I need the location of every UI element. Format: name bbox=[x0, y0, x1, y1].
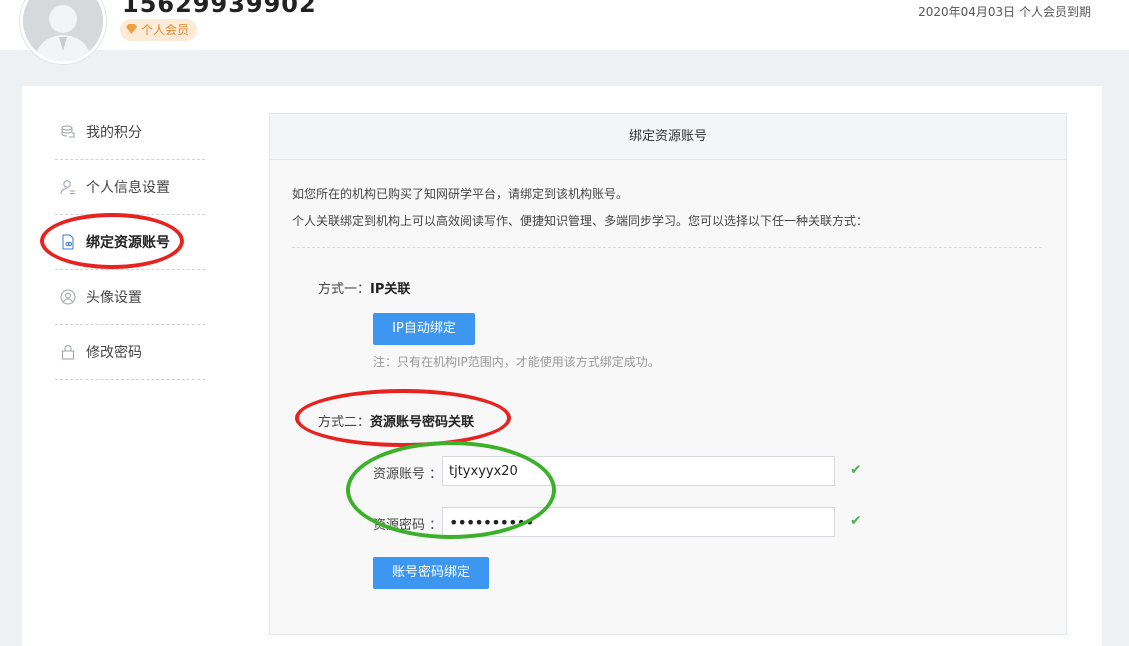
sidebar-item-avatar[interactable]: 头像设置 bbox=[55, 270, 205, 325]
check-icon: ✔ bbox=[850, 513, 862, 529]
method-prefix: 方式二： bbox=[318, 415, 371, 430]
lock-icon bbox=[60, 344, 76, 360]
divider bbox=[292, 247, 1042, 248]
membership-expiry: 2020年04月03日 个人会员到期 bbox=[918, 5, 1091, 19]
check-icon: ✔ bbox=[850, 462, 862, 478]
sidebar-item-label: 绑定资源账号 bbox=[86, 235, 170, 251]
intro-line: 如您所在的机构已购买了知网研学平台，请绑定到该机构账号。 bbox=[292, 187, 629, 201]
main-card: 我的积分 个人信息设置 绑定资源账号 头像设置 修改密码 绑定资源账号 如您所在… bbox=[22, 86, 1102, 646]
sidebar-item-label: 个人信息设置 bbox=[86, 180, 170, 196]
sidebar-item-label: 我的积分 bbox=[86, 125, 142, 141]
sidebar-item-label: 头像设置 bbox=[86, 290, 142, 306]
account-label: 资源账号 ： bbox=[373, 467, 443, 482]
default-avatar-icon bbox=[23, 0, 103, 61]
password-input[interactable]: •••••••••• bbox=[442, 507, 835, 537]
user-icon bbox=[60, 179, 76, 195]
panel-intro: 如您所在的机构已购买了知网研学平台，请绑定到该机构账号。 个人关联绑定到机构上可… bbox=[292, 181, 868, 235]
document-link-icon bbox=[60, 234, 76, 250]
panel-title: 绑定资源账号 bbox=[270, 114, 1066, 160]
sidebar-item-bind-resource[interactable]: 绑定资源账号 bbox=[55, 215, 205, 270]
coins-icon bbox=[60, 124, 76, 140]
sidebar-item-profile[interactable]: 个人信息设置 bbox=[55, 160, 205, 215]
ip-auto-bind-button[interactable]: IP自动绑定 bbox=[373, 313, 475, 345]
bind-resource-panel: 绑定资源账号 如您所在的机构已购买了知网研学平台，请绑定到该机构账号。 个人关联… bbox=[269, 113, 1067, 635]
intro-line: 个人关联绑定到机构上可以高效阅读写作、便捷知识管理、多端同步学习。您可以选择以下… bbox=[292, 214, 869, 228]
method-prefix: 方式一： bbox=[318, 282, 371, 297]
avatar-icon bbox=[60, 289, 76, 305]
profile-header: 15629939902 个人会员 2020年04月03日 个人会员到期 bbox=[0, 0, 1129, 64]
member-badge-label: 个人会员 bbox=[141, 23, 190, 37]
account-input[interactable]: tjtyxyyx20 bbox=[442, 456, 835, 486]
diamond-icon bbox=[126, 19, 137, 41]
method-ip-title: 方式一：IP关联 bbox=[318, 278, 410, 297]
ip-bind-note: 注：只有在机构IP范围内，才能使用该方式绑定成功。 bbox=[373, 355, 660, 369]
sidebar-item-points[interactable]: 我的积分 bbox=[55, 105, 205, 160]
password-label: 资源密码 ： bbox=[373, 518, 443, 533]
avatar[interactable] bbox=[20, 0, 106, 64]
sidebar-item-label: 修改密码 bbox=[86, 345, 142, 361]
member-badge: 个人会员 bbox=[120, 19, 198, 41]
method-name: 资源账号密码关联 bbox=[370, 415, 475, 430]
sidebar-item-password[interactable]: 修改密码 bbox=[55, 325, 205, 380]
username: 15629939902 bbox=[122, 0, 317, 18]
method-account-title: 方式二：资源账号密码关联 bbox=[318, 411, 474, 430]
method-name: IP关联 bbox=[370, 282, 411, 297]
account-password-bind-button[interactable]: 账号密码绑定 bbox=[373, 557, 489, 589]
